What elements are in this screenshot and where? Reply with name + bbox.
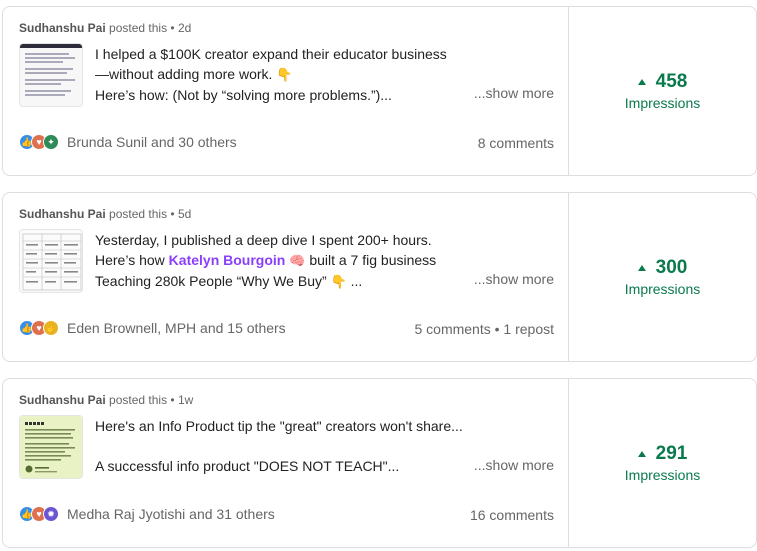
mention-link[interactable]: Katelyn Bourgoin bbox=[169, 252, 286, 268]
impressions-label: Impressions bbox=[624, 95, 701, 111]
comments-count[interactable]: 16 comments bbox=[470, 507, 554, 523]
reaction-icons: 👍 ♥ ✦ bbox=[19, 134, 59, 150]
post-content[interactable]: Sudhanshu Pai posted this • 5d Yesterday… bbox=[3, 193, 568, 361]
post-card[interactable]: Sudhanshu Pai posted this • 1w Here's an… bbox=[2, 378, 757, 548]
reactor-summary[interactable]: Brunda Sunil and 30 others bbox=[67, 134, 237, 150]
impressions-row: 291 bbox=[637, 443, 688, 465]
post-text[interactable]: Here's an Info Product tip the "great" c… bbox=[95, 416, 463, 476]
impressions-row: 300 bbox=[637, 257, 688, 279]
reaction-icons: 👍 ♥ ✋ bbox=[19, 320, 59, 336]
posted-label: posted this bbox=[109, 207, 168, 221]
impressions-count: 300 bbox=[655, 257, 688, 278]
impressions-panel[interactable]: 291 Impressions bbox=[568, 379, 756, 547]
post-line bbox=[95, 436, 455, 456]
impressions-panel[interactable]: 458 Impressions bbox=[568, 7, 756, 175]
post-card[interactable]: Sudhanshu Pai posted this • 5d Yesterday… bbox=[2, 192, 757, 362]
post-thumbnail[interactable] bbox=[19, 415, 83, 479]
post-thumbnail[interactable] bbox=[19, 229, 83, 293]
reactor-summary[interactable]: Medha Raj Jyotishi and 31 others bbox=[67, 506, 275, 522]
impressions-label: Impressions bbox=[624, 281, 701, 297]
show-more-link[interactable]: ...show more bbox=[474, 271, 554, 287]
post-age: 5d bbox=[177, 207, 192, 221]
post-line: Teaching 280k People “Why We Buy” 👇 ... bbox=[95, 271, 455, 292]
show-more-link[interactable]: ...show more bbox=[474, 85, 554, 101]
impressions-panel[interactable]: 300 Impressions bbox=[568, 193, 756, 361]
post-card[interactable]: Sudhanshu Pai posted this • 2d I helped … bbox=[2, 6, 757, 176]
post-text[interactable]: I helped a $100K creator expand their ed… bbox=[95, 44, 455, 105]
post-meta: Sudhanshu Pai posted this • 1w bbox=[19, 393, 193, 407]
reactor-summary[interactable]: Eden Brownell, MPH and 15 others bbox=[67, 320, 286, 336]
impressions-count: 458 bbox=[655, 71, 688, 92]
pointing-down-emoji: 👇 bbox=[330, 274, 347, 289]
impressions-count: 291 bbox=[655, 443, 688, 464]
pointing-down-emoji: 👇 bbox=[276, 67, 293, 82]
post-text[interactable]: Yesterday, I published a deep dive I spe… bbox=[95, 230, 455, 292]
post-content[interactable]: Sudhanshu Pai posted this • 2d I helped … bbox=[3, 7, 568, 175]
triangle-up-icon bbox=[637, 451, 646, 457]
comments-count[interactable]: 5 comments • 1 repost bbox=[414, 321, 554, 337]
support-reaction-icon: ✋ bbox=[43, 320, 59, 336]
celebrate-reaction-icon: ✹ bbox=[43, 506, 59, 522]
post-meta: Sudhanshu Pai posted this • 5d bbox=[19, 207, 191, 221]
triangle-up-icon bbox=[637, 265, 646, 271]
triangle-up-icon bbox=[637, 79, 646, 85]
meta-separator: • bbox=[170, 207, 175, 221]
author-name[interactable]: Sudhanshu Pai bbox=[19, 21, 106, 35]
comments-count[interactable]: 8 comments bbox=[478, 135, 554, 151]
reactions-row[interactable]: 👍 ♥ ✋ Eden Brownell, MPH and 15 others bbox=[19, 320, 286, 336]
post-age: 2d bbox=[177, 21, 192, 35]
post-line: A successful info product "DOES NOT TEAC… bbox=[95, 458, 400, 474]
post-content[interactable]: Sudhanshu Pai posted this • 1w Here's an… bbox=[3, 379, 568, 547]
post-line: Here’s how Katelyn Bourgoin 🧠 built a 7 … bbox=[95, 250, 455, 271]
post-meta: Sudhanshu Pai posted this • 2d bbox=[19, 21, 191, 35]
post-line: Yesterday, I published a deep dive I spe… bbox=[95, 232, 432, 248]
reactions-row[interactable]: 👍 ♥ ✹ Medha Raj Jyotishi and 31 others bbox=[19, 506, 275, 522]
reactions-row[interactable]: 👍 ♥ ✦ Brunda Sunil and 30 others bbox=[19, 134, 237, 150]
post-line: Here’s how: (Not by “solving more proble… bbox=[95, 87, 392, 103]
post-line: Here's an Info Product tip the "great" c… bbox=[95, 418, 463, 434]
post-line: I helped a $100K creator expand their ed… bbox=[95, 46, 447, 62]
post-line: —without adding more work. 👇 bbox=[95, 64, 455, 85]
author-name[interactable]: Sudhanshu Pai bbox=[19, 207, 106, 221]
posted-label: posted this bbox=[109, 21, 168, 35]
show-more-link[interactable]: ...show more bbox=[474, 457, 554, 473]
insightful-reaction-icon: ✦ bbox=[43, 134, 59, 150]
meta-separator: • bbox=[170, 393, 175, 407]
impressions-row: 458 bbox=[637, 71, 688, 93]
meta-separator: • bbox=[170, 21, 175, 35]
impressions-label: Impressions bbox=[624, 467, 701, 483]
reaction-icons: 👍 ♥ ✹ bbox=[19, 506, 59, 522]
author-name[interactable]: Sudhanshu Pai bbox=[19, 393, 106, 407]
posted-label: posted this bbox=[109, 393, 168, 407]
post-thumbnail[interactable] bbox=[19, 43, 83, 107]
post-age: 1w bbox=[177, 393, 194, 407]
brain-emoji: 🧠 bbox=[289, 253, 306, 268]
